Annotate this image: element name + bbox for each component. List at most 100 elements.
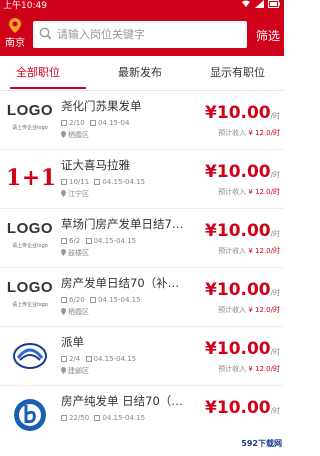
company-logo: LOGO 请上传企业logo [6, 218, 54, 258]
job-price: ¥10.00/时 [205, 280, 280, 300]
people-icon [61, 179, 67, 185]
job-meta: 2/4 04.15-04.15 [61, 355, 136, 363]
job-price: ¥10.00/时 [205, 162, 280, 182]
job-meta: 6/20 04.15-04.15 [61, 296, 141, 304]
job-list-item[interactable]: LOGO 请上传企业logo 尧化门苏果发单 2/10 04.15-04 栖霞区… [0, 91, 284, 150]
location-icon [61, 249, 66, 256]
signal-icon [255, 0, 264, 8]
job-location: 江宁区 [61, 189, 89, 199]
city-label: 南京 [5, 38, 25, 49]
job-count: 2/4 [69, 355, 81, 363]
people-icon [61, 415, 67, 421]
job-meta: 6/2 04.15-04.15 [61, 237, 136, 245]
job-price: ¥10.00/时 [205, 103, 280, 123]
price-unit: /时 [270, 171, 280, 179]
price-value: ¥10.00 [205, 280, 271, 300]
job-meta: 22/50 04.15-04.15 [61, 414, 145, 422]
estimated-value: ¥ 12.0/时 [248, 188, 280, 196]
job-title: 派单 [61, 335, 84, 349]
logo-subtext: 请上传企业logo [12, 302, 48, 308]
logo-text: 1+1 [6, 165, 57, 191]
status-icons [241, 0, 280, 8]
search-input[interactable] [57, 25, 241, 44]
job-location: 鼓楼区 [61, 248, 89, 258]
estimated-label: 预计收入 [218, 365, 247, 373]
price-unit: /时 [270, 289, 280, 297]
calendar-icon [89, 297, 96, 303]
job-count: 22/50 [69, 414, 90, 422]
job-price: ¥10.00/时 [205, 221, 280, 241]
estimated-income: 预计收入 ¥ 12.0/时 [218, 305, 280, 315]
estimated-value: ¥ 12.0/时 [248, 365, 280, 373]
estimated-value: ¥ 12.0/时 [248, 129, 280, 137]
job-date: 04.15-04.15 [97, 296, 141, 304]
estimated-label: 预计收入 [218, 247, 247, 255]
job-date: 04.15-04.15 [102, 178, 146, 186]
app-header: 南京 筛选 [0, 12, 284, 56]
estimated-label: 预计收入 [218, 306, 247, 314]
company-logo [6, 336, 54, 376]
job-title: 证大喜马拉雅 [61, 158, 130, 172]
location-selector[interactable]: 南京 [4, 18, 26, 49]
job-date: 04.15-04 [97, 119, 130, 127]
job-title: 尧化门苏果发单 [61, 99, 142, 113]
estimated-value: ¥ 12.0/时 [248, 247, 280, 255]
job-count: 6/2 [69, 237, 81, 245]
job-title: 房产纯发单 日结70（… [61, 394, 183, 408]
tab-all-jobs[interactable]: 全部职位 [16, 64, 60, 80]
tab-available[interactable]: 显示有职位 [210, 64, 265, 80]
job-list-item[interactable]: LOGO 请上传企业logo 草场门房产发单日结7… 6/2 04.15-04.… [0, 209, 284, 268]
estimated-label: 预计收入 [218, 188, 247, 196]
location-icon [61, 190, 66, 197]
price-value: ¥10.00 [205, 162, 271, 182]
job-district: 鼓楼区 [68, 249, 89, 257]
search-box[interactable] [33, 21, 247, 48]
job-meta: 10/11 04.15-04.15 [61, 178, 145, 186]
tab-latest[interactable]: 最新发布 [118, 64, 162, 80]
company-emblem-icon [13, 343, 47, 369]
estimated-income: 预计收入 ¥ 12.0/时 [218, 128, 280, 138]
price-unit: /时 [270, 407, 280, 415]
job-price: ¥10.00/时 [205, 339, 280, 359]
price-unit: /时 [270, 230, 280, 238]
wifi-icon [242, 0, 250, 7]
job-location: 栖霞区 [61, 130, 89, 140]
location-icon [61, 367, 66, 374]
logo-subtext: 请上传企业logo [12, 243, 48, 249]
price-unit: /时 [270, 112, 280, 120]
price-value: ¥10.00 [205, 339, 271, 359]
price-value: ¥10.00 [205, 398, 271, 418]
job-title: 草场门房产发单日结7… [61, 217, 184, 231]
estimated-income: 预计收入 ¥ 12.0/时 [218, 187, 280, 197]
active-tab-indicator [10, 87, 86, 89]
job-list-item[interactable]: 派单 2/4 04.15-04.15 建邺区 ¥10.00/时 预计收入 ¥ 1… [0, 327, 284, 386]
logo-text: LOGO [6, 102, 54, 119]
status-time: 上午10:49 [3, 1, 47, 11]
price-value: ¥10.00 [205, 103, 271, 123]
search-icon [39, 27, 52, 40]
estimated-income: 预计收入 ¥ 12.0/时 [218, 246, 280, 256]
job-list-item[interactable]: LOGO 请上传企业logo 房产发单日结70（补… 6/20 04.15-04… [0, 268, 284, 327]
filter-button[interactable]: 筛选 [256, 27, 280, 44]
people-icon [61, 238, 67, 244]
job-district: 栖霞区 [68, 131, 89, 139]
job-count: 10/11 [69, 178, 90, 186]
job-title: 房产发单日结70（补… [61, 276, 180, 290]
price-value: ¥10.00 [205, 221, 271, 241]
company-logo: LOGO 请上传企业logo [6, 100, 54, 140]
job-count: 6/20 [69, 296, 85, 304]
calendar-icon [94, 179, 101, 185]
estimated-value: ¥ 12.0/时 [248, 306, 280, 314]
site-watermark: 592下载网 [216, 434, 282, 454]
price-unit: /时 [270, 348, 280, 356]
job-count: 2/10 [69, 119, 85, 127]
category-tabs: 全部职位 最新发布 显示有职位 [0, 56, 284, 91]
logo-subtext: 请上传企业logo [12, 125, 48, 131]
logo-text: LOGO [6, 279, 54, 296]
people-icon [61, 297, 67, 303]
job-list-item[interactable]: 1+1 证大喜马拉雅 10/11 04.15-04.15 江宁区 ¥10.00/… [0, 150, 284, 209]
company-logo: 1+1 [6, 159, 57, 199]
job-district: 建邺区 [68, 367, 89, 375]
battery-icon [268, 0, 280, 8]
company-logo [6, 395, 54, 435]
